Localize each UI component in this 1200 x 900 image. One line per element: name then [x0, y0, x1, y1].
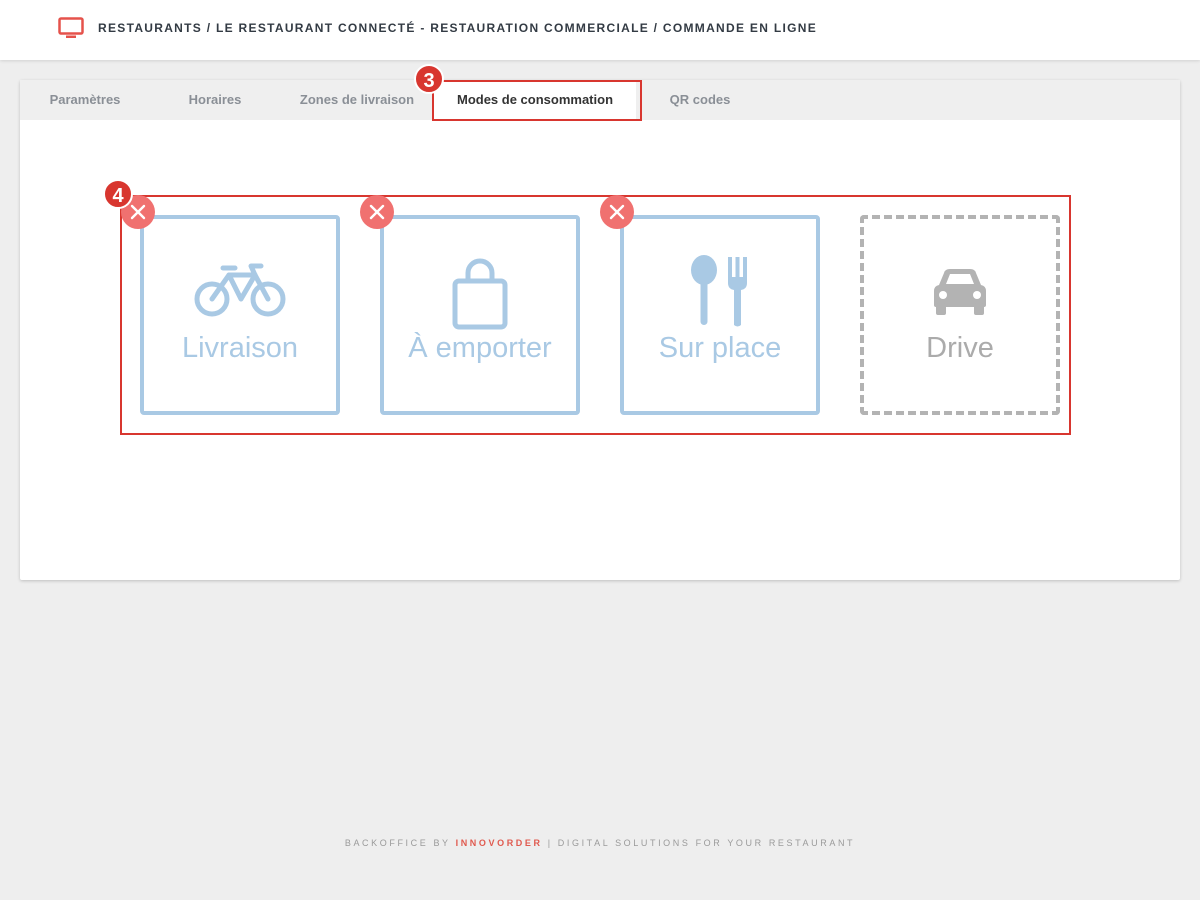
- shopping-bag-icon: [452, 258, 508, 330]
- tab-zones-de-livraison[interactable]: Zones de livraison: [288, 80, 426, 120]
- footer-prefix: BACKOFFICE BY: [344, 838, 456, 848]
- settings-card: Paramètres Horaires Zones de livraison M…: [20, 64, 1180, 580]
- tab-modes-de-consommation[interactable]: Modes de consommation: [434, 80, 636, 120]
- mode-card-livraison[interactable]: Livraison: [140, 215, 340, 415]
- close-icon: [369, 204, 385, 220]
- tab-parametres[interactable]: Paramètres: [20, 80, 150, 120]
- footer-brand-link[interactable]: INNOVORDER: [456, 838, 543, 848]
- step-badge-4: 4: [103, 179, 133, 209]
- mode-card-drive[interactable]: Drive: [860, 215, 1060, 415]
- step-badge-3: 3: [414, 64, 444, 94]
- mode-label: Drive: [926, 332, 994, 364]
- mode-card-sur-place[interactable]: Sur place: [620, 215, 820, 415]
- close-icon: [130, 204, 146, 220]
- remove-mode-button[interactable]: [360, 195, 394, 229]
- tab-qr-codes[interactable]: QR codes: [650, 80, 750, 120]
- mode-label: Livraison: [181, 332, 299, 364]
- car-icon: [934, 269, 986, 315]
- cutlery-icon: [691, 255, 747, 327]
- footer-suffix: | DIGITAL SOLUTIONS FOR YOUR RESTAURANT: [542, 838, 856, 848]
- bicycle-icon: [194, 263, 286, 317]
- tab-bar: Paramètres Horaires Zones de livraison M…: [20, 80, 1180, 120]
- breadcrumb: RESTAURANTS / LE RESTAURANT CONNECTÉ - R…: [98, 21, 818, 35]
- mode-label: À emporter: [408, 332, 552, 364]
- monitor-icon: [58, 17, 84, 38]
- mode-card-a-emporter[interactable]: À emporter: [380, 215, 580, 415]
- top-bar: RESTAURANTS / LE RESTAURANT CONNECTÉ - R…: [0, 0, 1200, 60]
- close-icon: [609, 204, 625, 220]
- remove-mode-button[interactable]: [600, 195, 634, 229]
- tab-horaires[interactable]: Horaires: [160, 80, 270, 120]
- footer: BACKOFFICE BY INNOVORDER | DIGITAL SOLUT…: [0, 838, 1200, 848]
- mode-label: Sur place: [658, 332, 782, 364]
